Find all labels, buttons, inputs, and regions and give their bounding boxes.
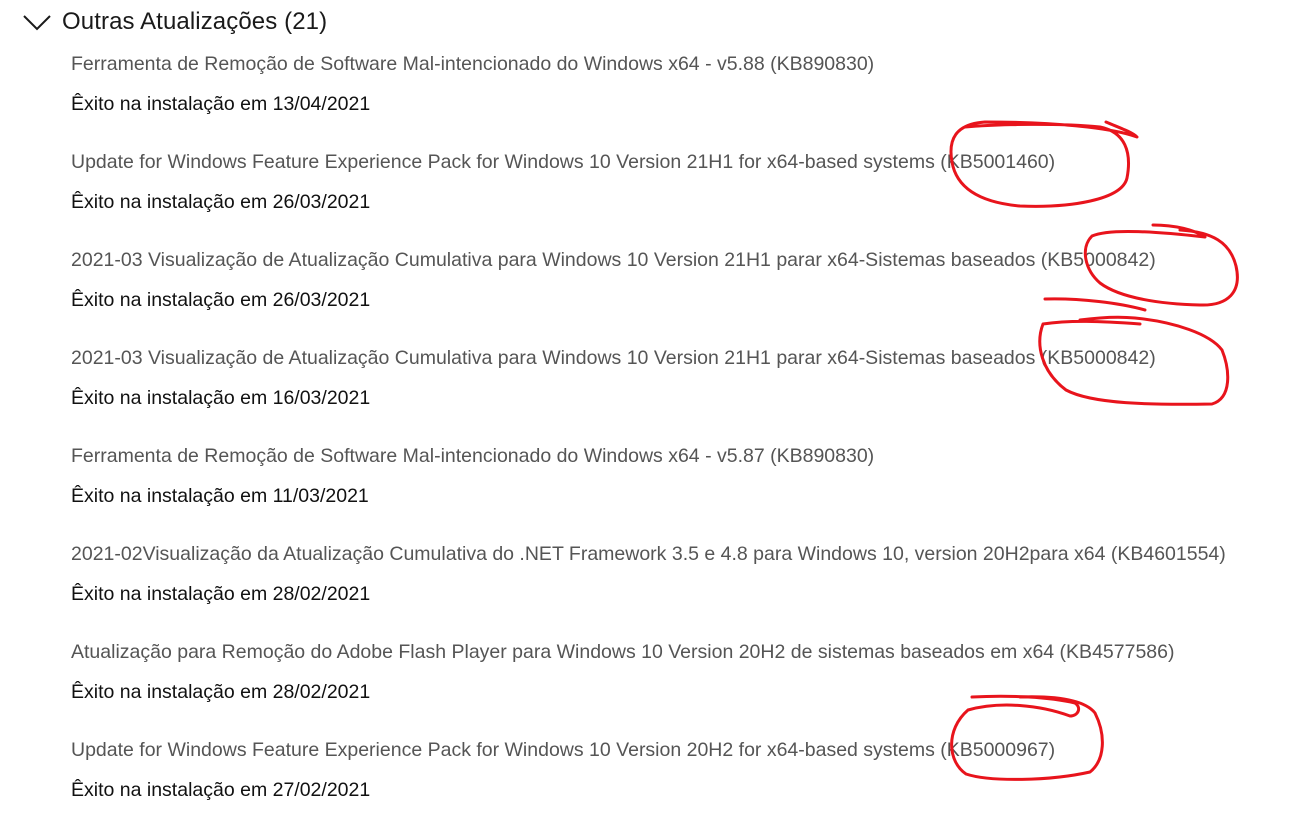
- install-status: Êxito na instalação em 26/03/2021: [71, 191, 371, 213]
- update-item: 2021-03 Visualização de Atualização Cumu…: [71, 342, 1291, 440]
- update-link[interactable]: Update for Windows Feature Experience Pa…: [71, 146, 1291, 179]
- update-link[interactable]: Ferramenta de Remoção de Software Mal-in…: [71, 48, 1291, 81]
- install-status: Êxito na instalação em 28/02/2021: [71, 583, 371, 605]
- update-history-list: Ferramenta de Remoção de Software Mal-in…: [71, 48, 1291, 832]
- install-status: Êxito na instalação em 16/03/2021: [71, 387, 371, 409]
- update-link[interactable]: 2021-03 Visualização de Atualização Cumu…: [71, 342, 1291, 375]
- update-link[interactable]: 2021-03 Visualização de Atualização Cumu…: [71, 244, 1291, 277]
- section-title: Outras Atualizações (21): [62, 8, 328, 35]
- install-status: Êxito na instalação em 26/03/2021: [71, 289, 371, 311]
- update-item: Atualização para Remoção do Adobe Flash …: [71, 636, 1291, 734]
- update-item: Ferramenta de Remoção de Software Mal-in…: [71, 440, 1291, 538]
- update-link[interactable]: Update for Windows Feature Experience Pa…: [71, 734, 1291, 767]
- install-status: Êxito na instalação em 28/02/2021: [71, 681, 371, 703]
- install-status: Êxito na instalação em 27/02/2021: [71, 779, 371, 801]
- update-item: Ferramenta de Remoção de Software Mal-in…: [71, 48, 1291, 146]
- install-status: Êxito na instalação em 11/03/2021: [71, 485, 369, 507]
- update-link[interactable]: Ferramenta de Remoção de Software Mal-in…: [71, 440, 1291, 473]
- update-item: 2021-02Visualização da Atualização Cumul…: [71, 538, 1291, 636]
- update-item: Update for Windows Feature Experience Pa…: [71, 146, 1291, 244]
- update-item: Update for Windows Feature Experience Pa…: [71, 734, 1291, 832]
- install-status: Êxito na instalação em 13/04/2021: [71, 93, 371, 115]
- updates-section-header[interactable]: Outras Atualizações (21): [22, 4, 327, 40]
- chevron-down-icon: [23, 15, 51, 31]
- update-link[interactable]: 2021-02Visualização da Atualização Cumul…: [71, 538, 1291, 571]
- update-link[interactable]: Atualização para Remoção do Adobe Flash …: [71, 636, 1291, 669]
- update-item: 2021-03 Visualização de Atualização Cumu…: [71, 244, 1291, 342]
